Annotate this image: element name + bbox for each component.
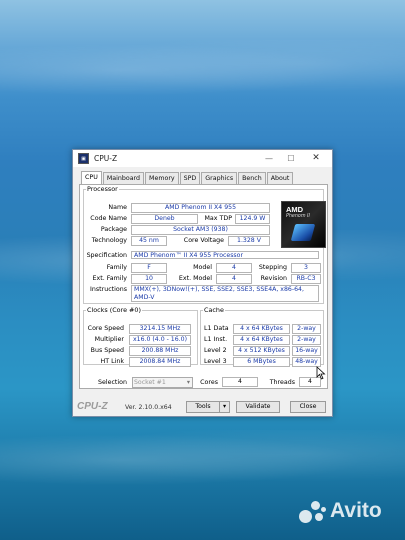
technology-value: 45 nm <box>131 236 167 246</box>
multiplier-value: x16.0 (4.0 - 16.0) <box>129 335 191 345</box>
corespeed-label: Core Speed <box>87 325 124 332</box>
cpuz-app-icon: ▣ <box>78 153 89 164</box>
l2-way: 16-way <box>292 346 321 356</box>
close-button[interactable]: Close <box>290 401 326 413</box>
instructions-line-1: MMX(+), 3DNow!(+), SSE, SSE2, SSE3, SSE4… <box>134 286 304 293</box>
clocks-legend: Clocks (Core #0) <box>87 306 141 314</box>
avito-watermark: Avito <box>299 499 382 523</box>
model-value: 4 <box>216 263 252 273</box>
cores-value: 4 <box>222 377 258 387</box>
cpu-tab-panel: Processor Name AMD Phenom II X4 955 Code… <box>79 184 328 389</box>
maxtdp-label: Max TDP <box>204 215 232 222</box>
validate-button[interactable]: Validate <box>236 401 280 413</box>
window-title: CPU-Z <box>94 154 118 163</box>
title-bar: ▣ CPU-Z — ☐ ✕ <box>73 150 332 167</box>
version-label: Ver. 2.10.0.x64 <box>125 404 172 411</box>
l1d-label: L1 Data <box>204 325 229 332</box>
extmodel-value: 4 <box>216 274 252 284</box>
spec-label: Specification <box>86 252 127 259</box>
close-icon[interactable]: ✕ <box>309 152 323 164</box>
l1i-way: 2-way <box>292 335 321 345</box>
cpuz-footer-logo: CPU-Z <box>77 401 108 412</box>
chip-icon <box>290 224 316 241</box>
mouse-cursor-icon <box>316 366 326 380</box>
busspeed-value: 200.88 MHz <box>129 346 191 356</box>
corevoltage-label: Core Voltage <box>183 237 224 244</box>
l2-value: 4 x 512 KBytes <box>233 346 290 356</box>
spec-value: AMD Phenom™ II X4 955 Processor <box>131 251 319 259</box>
stepping-label: Stepping <box>258 264 287 271</box>
l3-value: 6 MBytes <box>233 357 290 367</box>
l1i-value: 4 x 64 KBytes <box>233 335 290 345</box>
revision-value: RB-C3 <box>291 274 321 284</box>
name-value: AMD Phenom II X4 955 <box>131 203 270 213</box>
avito-text: Avito <box>330 499 382 522</box>
extfamily-label: Ext. Family <box>92 275 127 282</box>
stepping-value: 3 <box>291 263 321 273</box>
revision-label: Revision <box>260 275 287 282</box>
tools-dropdown-button[interactable]: ▾ <box>219 401 230 413</box>
busspeed-label: Bus Speed <box>90 347 124 354</box>
l3-label: Level 3 <box>204 358 227 365</box>
socket-select[interactable]: Socket #1 ▾ <box>132 377 193 388</box>
l2-label: Level 2 <box>204 347 227 354</box>
l1d-value: 4 x 64 KBytes <box>233 324 290 334</box>
amd-phenom-logo: AMD Phenom II <box>281 201 326 248</box>
cache-group: Cache L1 Data 4 x 64 KBytes 2-way L1 Ins… <box>200 306 324 367</box>
tab-cpu[interactable]: CPU <box>81 171 102 185</box>
logo-brand: AMD <box>286 205 304 214</box>
corespeed-value: 3214.15 MHz <box>129 324 191 334</box>
avito-logo-icon <box>299 499 327 523</box>
instructions-value: MMX(+), 3DNow!(+), SSE, SSE2, SSE3, SSE4… <box>131 285 319 302</box>
codename-label: Code Name <box>90 215 127 222</box>
socket-select-value: Socket #1 <box>134 379 166 386</box>
instructions-line-2: AMD-V <box>134 294 155 301</box>
instructions-label: Instructions <box>90 286 127 293</box>
clocks-group: Clocks (Core #0) Core Speed 3214.15 MHz … <box>83 306 198 367</box>
caret-down-icon: ▾ <box>222 403 227 410</box>
selection-label: Selection <box>97 379 127 386</box>
cores-label: Cores <box>200 379 218 386</box>
l1i-label: L1 Inst. <box>204 336 228 343</box>
family-value: F <box>131 263 167 273</box>
footer-bar: CPU-Z Ver. 2.10.0.x64 Tools ▾ Validate C… <box>73 401 332 415</box>
extfamily-value: 10 <box>131 274 167 284</box>
technology-label: Technology <box>91 237 127 244</box>
htlink-label: HT Link <box>100 358 124 365</box>
tools-button[interactable]: Tools <box>186 401 220 413</box>
minimize-icon[interactable]: — <box>262 152 276 164</box>
extmodel-label: Ext. Model <box>178 275 212 282</box>
processor-legend: Processor <box>87 185 118 193</box>
cpuz-window: ▣ CPU-Z — ☐ ✕ CPU Mainboard Memory SPD G… <box>72 149 333 417</box>
model-label: Model <box>193 264 212 271</box>
package-label: Package <box>100 226 127 233</box>
chevron-down-icon: ▾ <box>186 379 190 386</box>
name-label: Name <box>108 204 127 211</box>
cache-legend: Cache <box>204 306 224 314</box>
codename-value: Deneb <box>131 214 198 224</box>
threads-label: Threads <box>269 379 295 386</box>
logo-sub: Phenom II <box>286 214 310 219</box>
maxtdp-value: 124.9 W <box>235 214 270 224</box>
multiplier-label: Multiplier <box>94 336 124 343</box>
package-value: Socket AM3 (938) <box>131 225 270 235</box>
family-label: Family <box>106 264 127 271</box>
maximize-icon[interactable]: ☐ <box>284 152 298 164</box>
htlink-value: 2008.84 MHz <box>129 357 191 367</box>
processor-group: Processor Name AMD Phenom II X4 955 Code… <box>83 185 326 304</box>
l1d-way: 2-way <box>292 324 321 334</box>
corevoltage-value: 1.328 V <box>228 236 270 246</box>
